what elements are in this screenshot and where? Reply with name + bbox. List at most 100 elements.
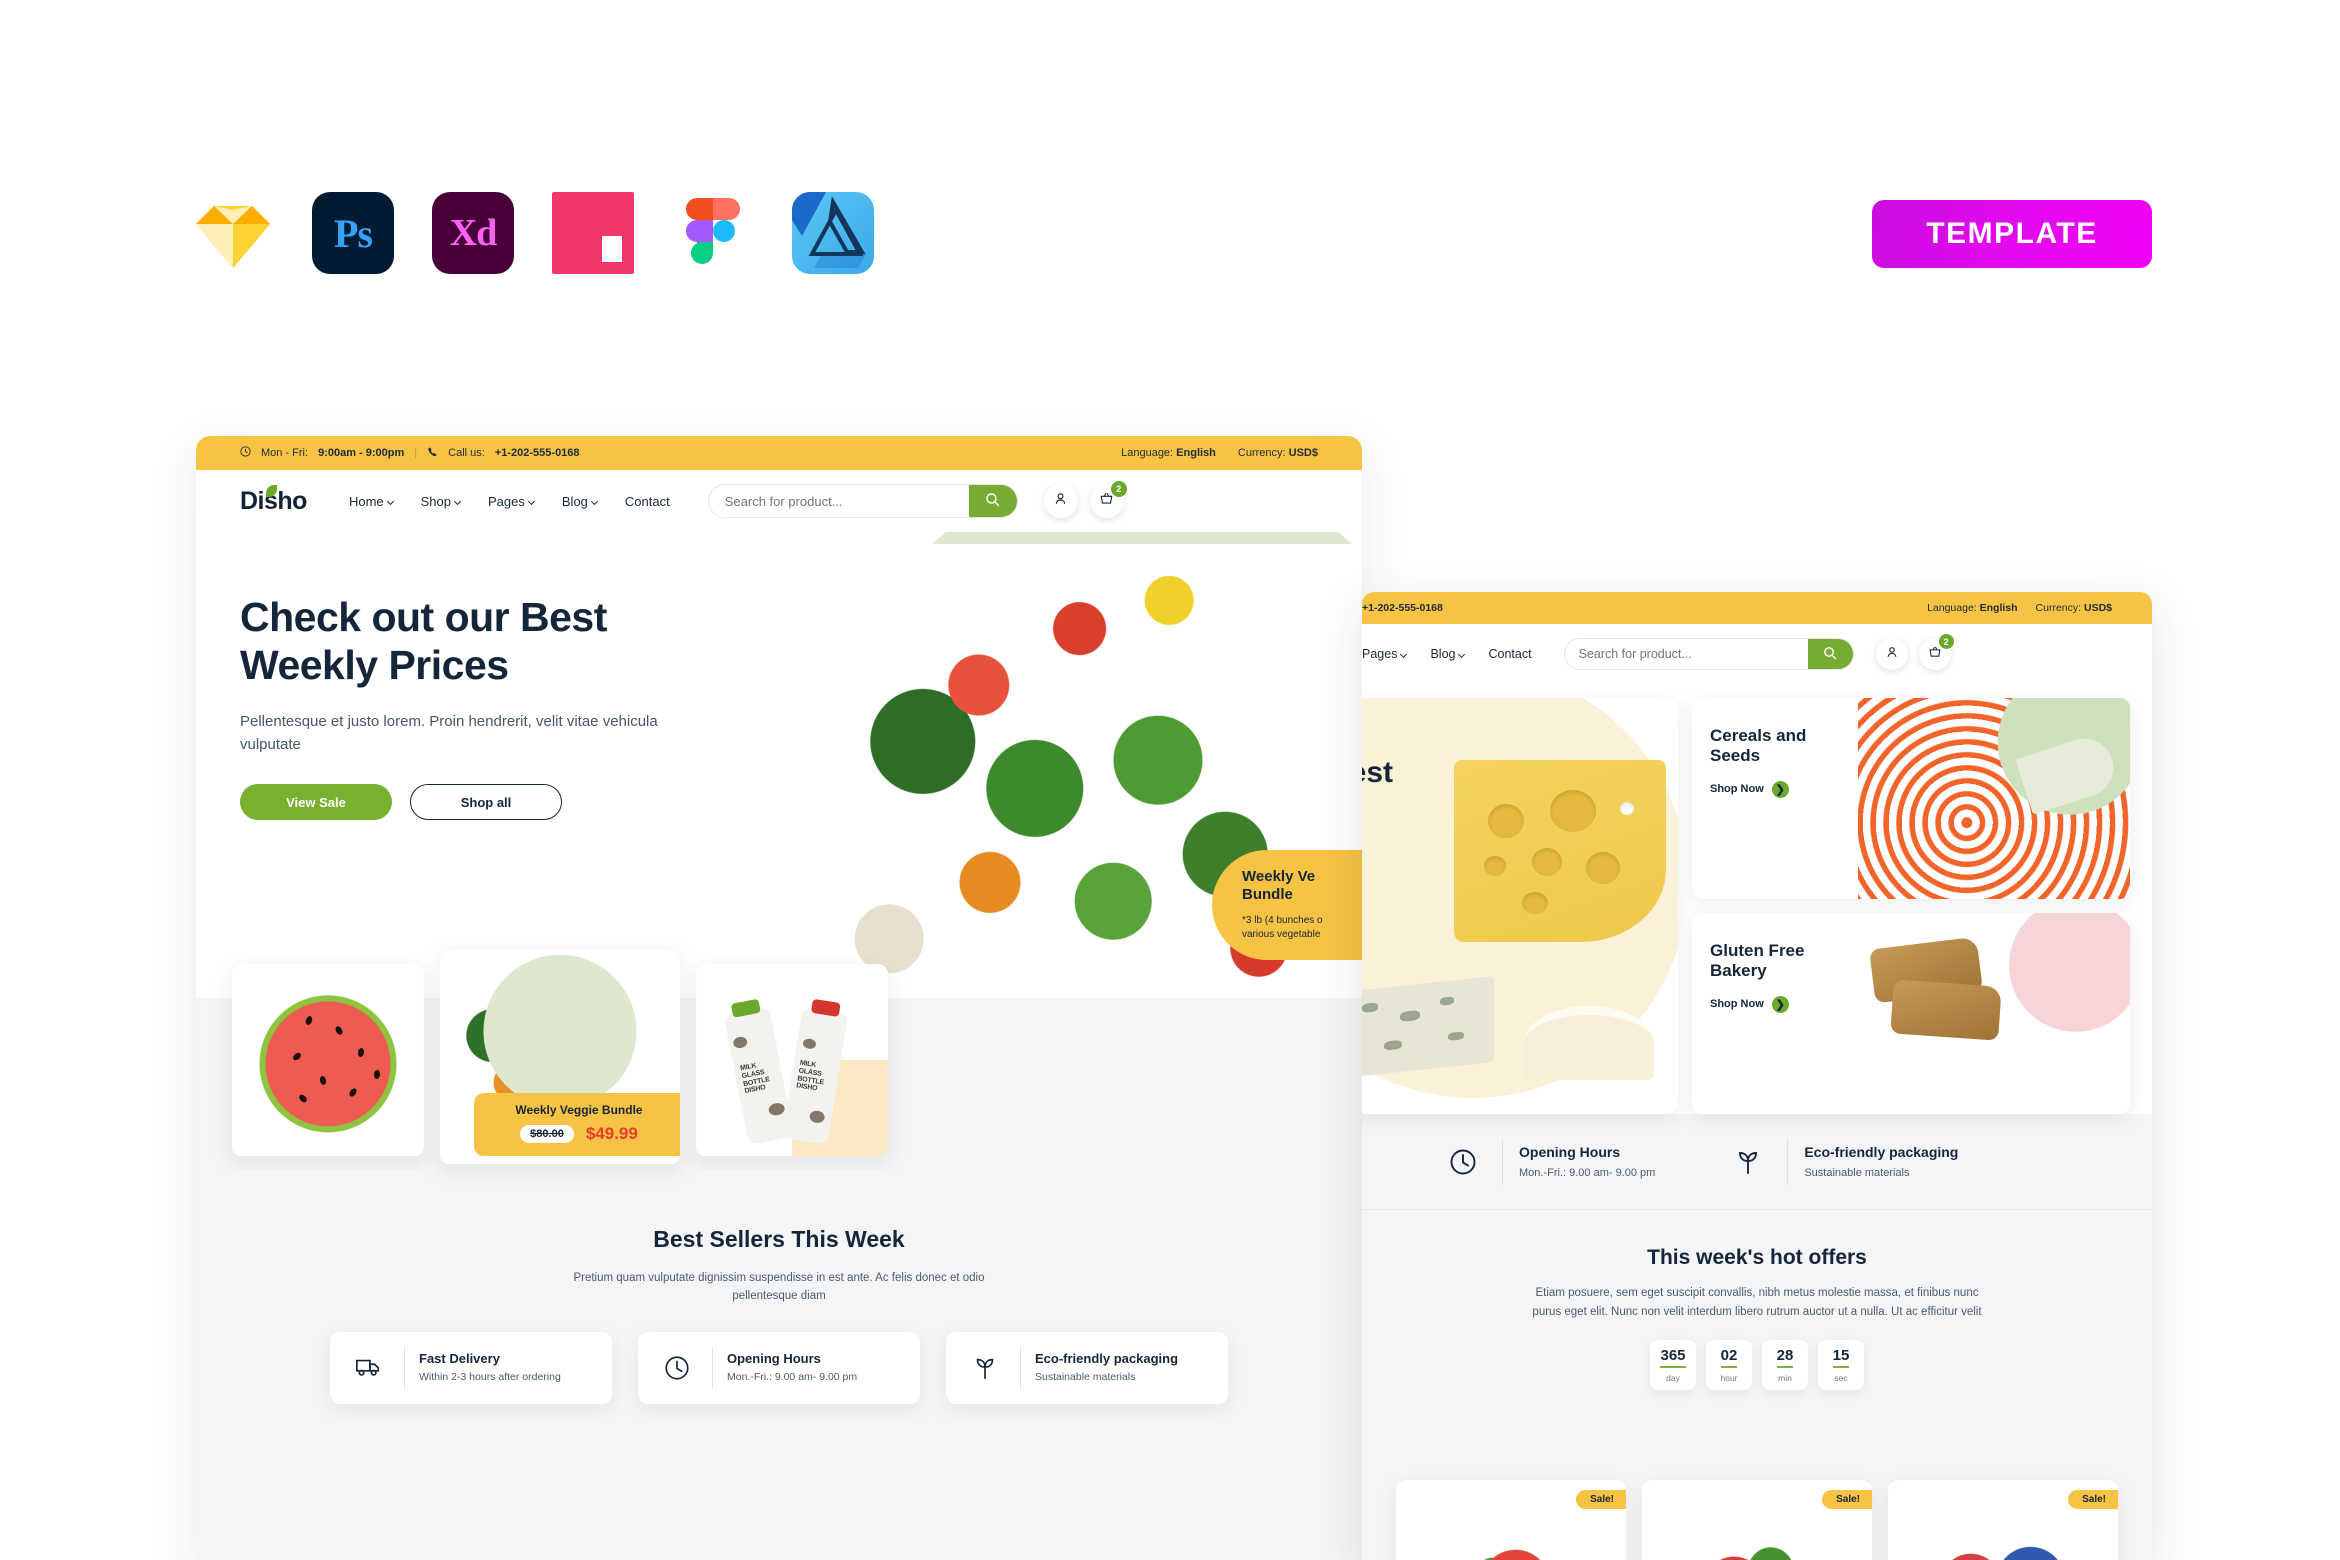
category-card-cereals-and-seeds[interactable]: Cereals and Seeds Shop Now ❯ bbox=[1692, 698, 2130, 899]
mock2-hero: Best off bbox=[1362, 684, 2152, 1114]
product-card-milk-bottles[interactable]: MILK GLASS BOTTLE DISHO MILK GLASS BOTTL… bbox=[696, 964, 888, 1156]
milk-bottles-image: MILK GLASS BOTTLE DISHO MILK GLASS BOTTL… bbox=[696, 964, 888, 1156]
nav-item-shop[interactable]: Shop bbox=[421, 494, 462, 509]
veg-badge-title: Weekly Ve Bundle bbox=[1242, 868, 1362, 904]
shop-now-link[interactable]: Shop Now ❯ bbox=[1710, 995, 2130, 1013]
site-logo[interactable]: Disho bbox=[240, 484, 307, 516]
product-card-2[interactable]: Sale! bbox=[1642, 1480, 1872, 1560]
product-card-1[interactable]: Sale! bbox=[1396, 1480, 1626, 1560]
countdown-minutes: 28 min bbox=[1762, 1339, 1808, 1390]
mock1-topbar-right: Language: English Currency: USD$ bbox=[1121, 447, 1318, 459]
feature-divider bbox=[404, 1346, 405, 1389]
category-title-line2: Bakery bbox=[1710, 961, 1767, 981]
product-card-watermelon[interactable] bbox=[232, 964, 424, 1156]
nav-item-pages[interactable]: Pages bbox=[1362, 647, 1408, 661]
sale-badge: Sale! bbox=[2068, 1490, 2118, 1509]
veg-badge-sub-line1: *3 lb (4 bunches o bbox=[1242, 915, 1323, 926]
account-button[interactable] bbox=[1043, 484, 1078, 518]
template-badge: TEMPLATE bbox=[1872, 200, 2152, 268]
cart-button[interactable]: 2 bbox=[1918, 634, 1954, 670]
shop-now-label: Shop Now bbox=[1710, 998, 1764, 1011]
feature-divider bbox=[1020, 1346, 1021, 1389]
product-card-3[interactable]: Sale! bbox=[1888, 1480, 2118, 1560]
shop-now-label: Shop Now bbox=[1710, 783, 1764, 796]
hot-offer-product-row: Sale! Sale! Sale! bbox=[1362, 1480, 2152, 1560]
feature-sub: Mon.-Fri.: 9.00 am- 9.00 pm bbox=[1519, 1166, 1656, 1179]
countdown-timer: 365 day 02 hour 28 min 15 sec bbox=[1362, 1339, 2152, 1390]
mock2-phone-value: +1-202-555-0168 bbox=[1362, 602, 1443, 614]
mock1-currency-value: USD$ bbox=[1288, 447, 1318, 459]
arrow-right-icon: ❯ bbox=[1771, 995, 1789, 1013]
mock2-language-value: English bbox=[1979, 602, 2018, 614]
cart-count-badge: 2 bbox=[1938, 634, 1954, 649]
shop-now-link[interactable]: Shop Now ❯ bbox=[1710, 780, 2130, 798]
mock2-language-label: Language: bbox=[1927, 602, 1977, 614]
cart-button[interactable]: 2 bbox=[1089, 481, 1127, 518]
cart-count-badge: 2 bbox=[1110, 481, 1127, 497]
chevron-down-icon bbox=[590, 497, 598, 505]
account-button[interactable] bbox=[1875, 638, 1908, 670]
hero-cheese-banner[interactable]: Best off bbox=[1362, 698, 1678, 1114]
mock1-currency[interactable]: Currency: USD$ bbox=[1238, 447, 1318, 459]
mock1-currency-label: Currency: bbox=[1237, 447, 1286, 459]
mock1-phone-value: +1-202-555-0168 bbox=[494, 447, 580, 459]
figma-icon bbox=[672, 192, 754, 274]
search-button[interactable] bbox=[1807, 639, 1853, 669]
feature-card-row: Fast Delivery Within 2-3 hours after ord… bbox=[196, 1331, 1362, 1404]
mock1-language[interactable]: Language: English bbox=[1121, 447, 1216, 459]
nav-item-contact[interactable]: Contact bbox=[625, 494, 670, 509]
feature-eco-packaging: Eco-friendly packaging Sustainable mater… bbox=[1725, 1138, 1958, 1185]
category-title-line2: Seeds bbox=[1710, 746, 1761, 766]
feature-text: Opening Hours Mon.-Fri.: 9.00 am- 9.00 p… bbox=[727, 1351, 857, 1385]
search-icon bbox=[985, 492, 1000, 510]
mock2-currency-value: USD$ bbox=[2083, 602, 2112, 614]
feature-title-text: Eco-friendly packaging bbox=[1804, 1144, 1959, 1161]
mock2-currency[interactable]: Currency: USD$ bbox=[2036, 602, 2112, 614]
nav-item-blog[interactable]: Blog bbox=[1430, 647, 1466, 661]
category-card-gluten-free-bakery[interactable]: Gluten Free Bakery Shop Now ❯ bbox=[1692, 913, 2130, 1114]
mock1-navbar: Disho Home Shop Pages Blog Contact Searc… bbox=[196, 470, 1362, 532]
weekly-veggie-bundle-badge: Weekly Ve Bundle *3 lb (4 bunches o vari… bbox=[1212, 850, 1362, 960]
feature-sub: Sustainable materials bbox=[1035, 1371, 1136, 1384]
mock2-search-box[interactable] bbox=[1563, 638, 1854, 670]
feature-title: Eco-friendly packaging bbox=[1804, 1144, 1958, 1161]
view-sale-button[interactable]: View Sale bbox=[240, 784, 392, 821]
countdown-seconds-value: 15 bbox=[1832, 1347, 1850, 1368]
category-card-column: Cereals and Seeds Shop Now ❯ Gluten Free… bbox=[1692, 698, 2130, 1114]
feature-title: Opening Hours bbox=[1519, 1144, 1621, 1161]
nav-item-blog[interactable]: Blog bbox=[562, 494, 598, 509]
category-title: Cereals and Seeds bbox=[1710, 726, 2130, 767]
search-button[interactable] bbox=[968, 485, 1017, 517]
nav-item-pages[interactable]: Pages bbox=[488, 494, 535, 509]
clock-icon bbox=[240, 446, 251, 460]
nav-item-contact[interactable]: Contact bbox=[1488, 647, 1531, 661]
feature-card-fast-delivery: Fast Delivery Within 2-3 hours after ord… bbox=[330, 1331, 612, 1404]
clock-icon bbox=[656, 1354, 698, 1382]
sketch-icon bbox=[192, 192, 274, 274]
search-input[interactable] bbox=[708, 493, 969, 509]
bundle-title: Weekly Veggie Bundle bbox=[515, 1103, 643, 1117]
product-image-2 bbox=[1642, 1518, 1872, 1560]
chevron-down-icon bbox=[386, 497, 394, 505]
bundle-price-ribbon: Weekly Veggie Bundle $80.00 $49.99 bbox=[474, 1093, 680, 1156]
feature-text: Opening Hours Mon.-Fri.: 9.00 am- 9.00 p… bbox=[1519, 1144, 1655, 1179]
basket-icon bbox=[1928, 645, 1942, 664]
arrow-right-icon: ❯ bbox=[1771, 780, 1789, 798]
hero-copy: Check out our Best Weekly Prices Pellent… bbox=[240, 594, 670, 821]
mock2-language[interactable]: Language: English bbox=[1927, 602, 2017, 614]
mock1-language-label: Language: bbox=[1121, 447, 1174, 459]
product-card-weekly-veggie-bundle[interactable]: Weekly Veggie Bundle $80.00 $49.99 bbox=[440, 950, 680, 1164]
shop-all-button[interactable]: Shop all bbox=[410, 784, 562, 821]
search-input[interactable] bbox=[1564, 647, 1808, 661]
mock1-search-box[interactable] bbox=[707, 484, 1018, 518]
best-sellers-subtitle: Pretium quam vulputate dignissim suspend… bbox=[573, 1272, 985, 1303]
browser-mockup-home: Mon - Fri: 9:00am - 9:00pm | Call us: +1… bbox=[196, 436, 1362, 1560]
bottle-cap-green bbox=[730, 998, 761, 1018]
feature-opening-hours: Opening Hours Mon.-Fri.: 9.00 am- 9.00 p… bbox=[1440, 1138, 1655, 1185]
mock2-topbar: +1-202-555-0168 Language: English Curren… bbox=[1362, 592, 2152, 624]
countdown-hours-unit: hour bbox=[1720, 1372, 1738, 1383]
mock2-currency-label: Currency: bbox=[2035, 602, 2082, 614]
nav-item-home[interactable]: Home bbox=[348, 493, 394, 509]
nav-item-home-label: Home bbox=[348, 493, 384, 509]
hero-buttons: View Sale Shop all bbox=[240, 784, 670, 821]
